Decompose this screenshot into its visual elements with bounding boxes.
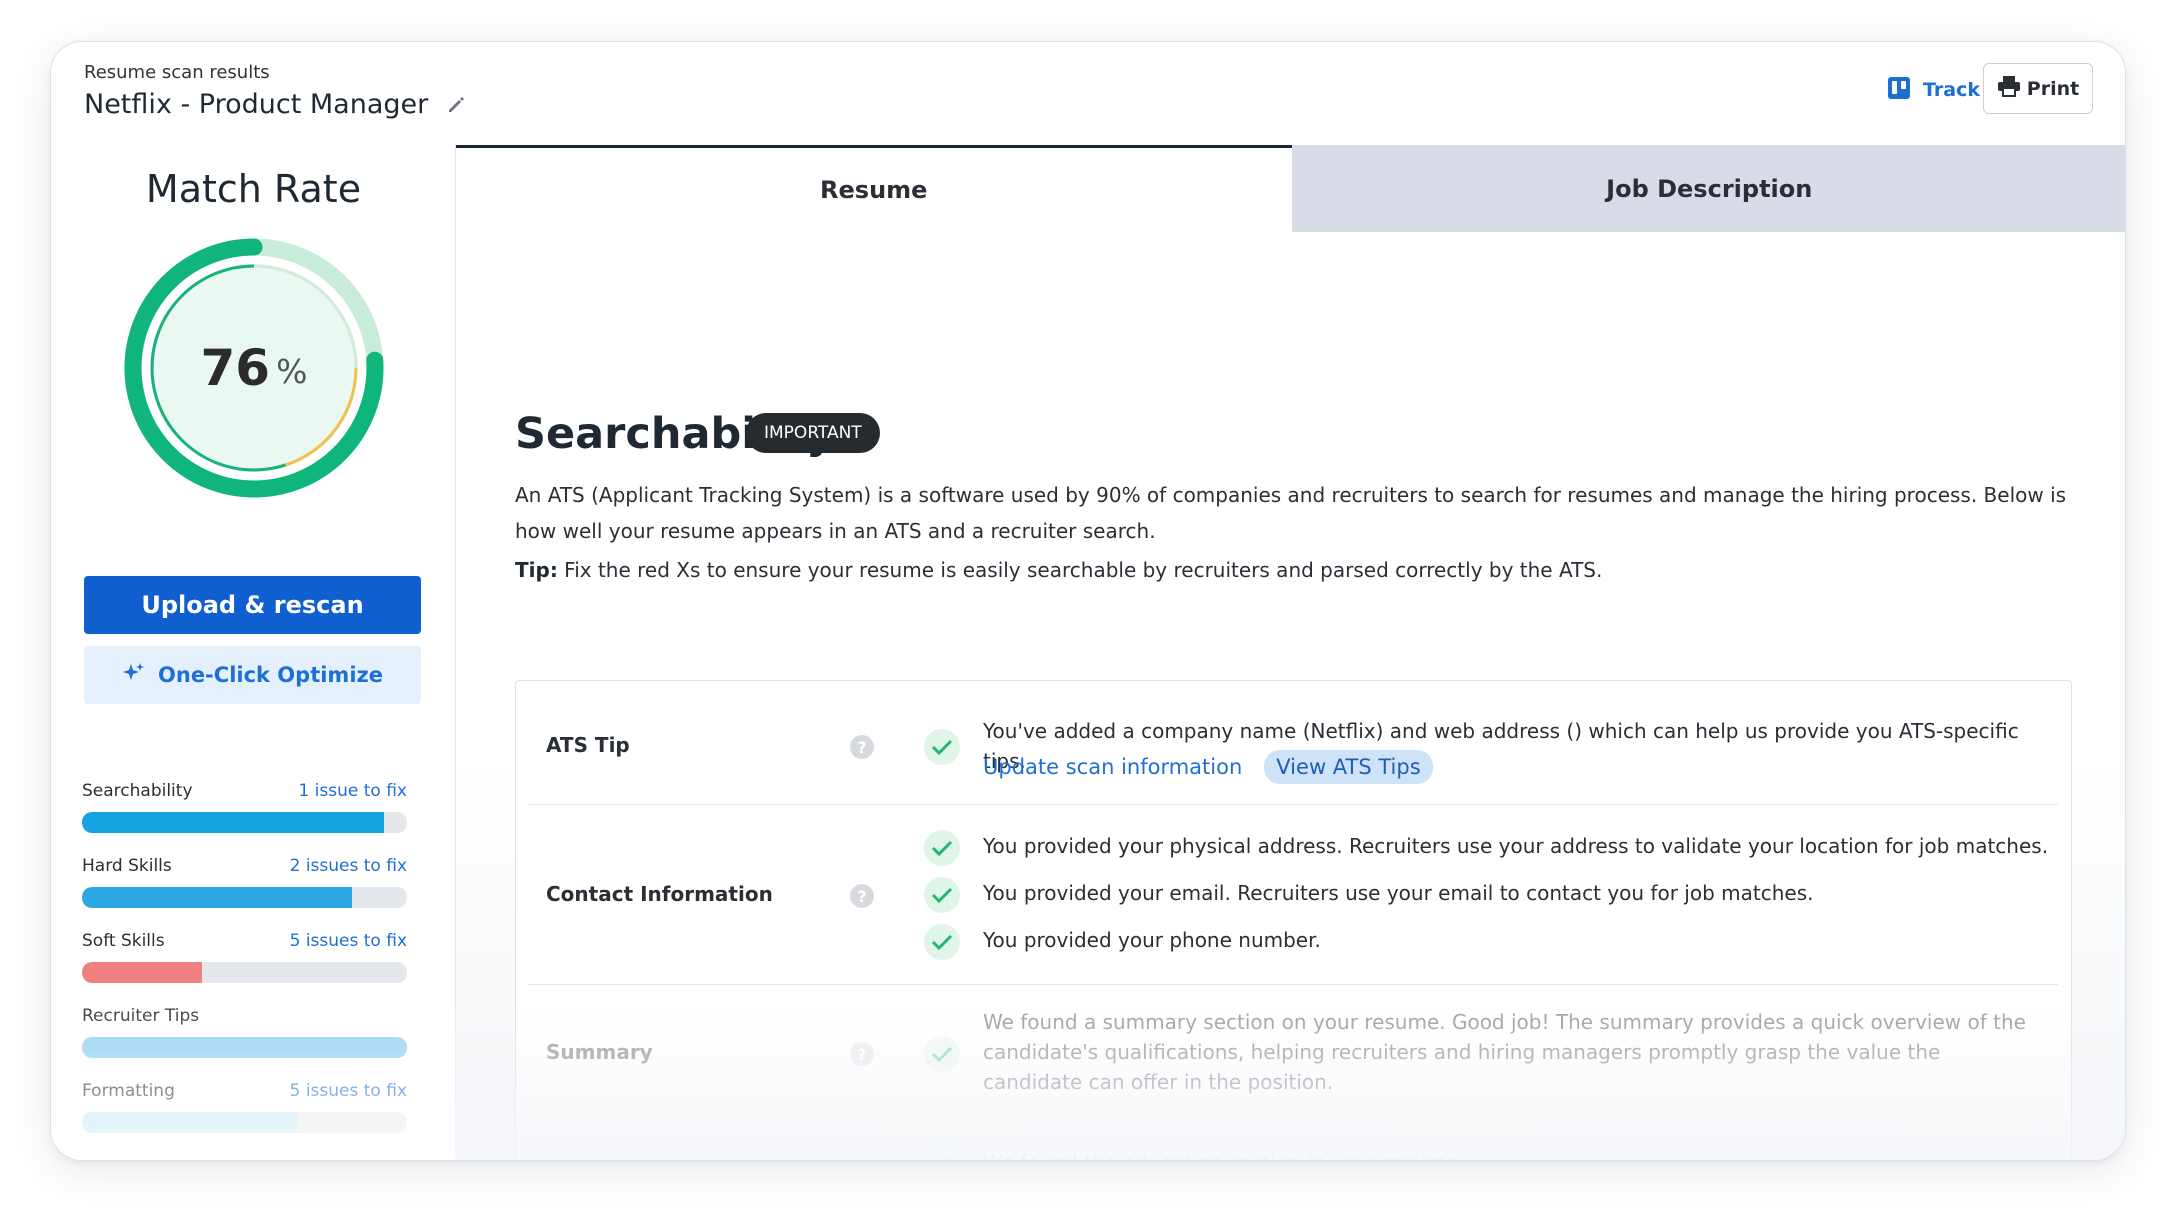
tip-label: Tip: [515,558,558,582]
row-label: Contact Information [546,882,773,906]
tab-resume[interactable]: Resume [456,145,1292,232]
contact-address-message: You provided your physical address. Recr… [983,834,2049,858]
track-button[interactable]: Track [1867,64,2000,116]
check-row-summary: Summary ? We found a summary section on … [528,985,2058,1123]
check-row-contact-information: Contact Information ? You provided your … [528,805,2058,985]
print-button[interactable]: Print [1983,63,2093,114]
section-tip: Tip: Fix the red Xs to ensure your resum… [515,558,1602,582]
sidebar: Match Rate 76 % Upload & rescan One-Clic… [51,145,456,1160]
main-content: Searchability IMPORTANT An ATS (Applican… [456,232,2125,1160]
help-icon[interactable]: ? [850,884,874,908]
check-row-ats-tip: ATS Tip ? You've added a company name (N… [528,681,2058,805]
category-issues[interactable]: 5 issues to fix [290,1081,407,1101]
title-row: Netflix - Product Manager [84,89,466,120]
check-icon [924,1144,960,1160]
tip-text: Fix the red Xs to ensure your resume is … [557,558,1603,582]
category-progress-fill [82,1112,297,1133]
upload-rescan-button[interactable]: Upload & rescan [84,576,421,634]
help-icon[interactable]: ? [850,1042,874,1066]
check-icon [924,877,960,913]
header: Resume scan results Netflix - Product Ma… [51,42,2125,145]
category-progress-bar [82,962,407,983]
update-scan-link[interactable]: Update scan information [983,755,1242,779]
print-label: Print [2026,77,2080,100]
check-row-education: We found the education section in your r… [528,1123,2058,1160]
scan-subtitle: Resume scan results [84,62,270,83]
match-rate-number: 76 [200,339,271,397]
summary-message: We found a summary section on your resum… [983,1010,2026,1094]
education-message: We found the education section in your r… [983,1147,1464,1160]
category-name: Searchability [82,781,193,801]
contact-email-message: You provided your email. Recruiters use … [983,881,1814,905]
section-description: An ATS (Applicant Tracking System) is a … [515,483,2067,543]
row-label: ATS Tip [546,733,630,757]
contact-phone-message: You provided your phone number. [983,928,1321,952]
category-formatting[interactable]: Formatting 5 issues to fix [82,1081,407,1133]
check-icon [924,830,960,866]
important-badge: IMPORTANT [746,413,880,453]
check-icon [924,924,960,960]
one-click-optimize-button[interactable]: One-Click Optimize [84,646,421,704]
category-progress-fill [82,962,203,983]
printer-icon [1997,75,2021,102]
category-hard-skills[interactable]: Hard Skills 2 issues to fix [82,856,407,908]
optimize-label: One-Click Optimize [158,663,383,687]
category-progress-bar [82,1112,407,1133]
category-name: Soft Skills [82,931,165,951]
category-progress-bar [82,812,407,833]
category-searchability[interactable]: Searchability 1 issue to fix [82,781,407,833]
view-ats-tips-button[interactable]: View ATS Tips [1264,750,1433,784]
category-progress-fill [82,887,352,908]
category-name: Hard Skills [82,856,172,876]
category-name: Formatting [82,1081,175,1101]
category-progress-fill [82,812,385,833]
category-soft-skills[interactable]: Soft Skills 5 issues to fix [82,931,407,983]
view-tabs: Resume Job Description [456,145,2125,232]
match-rate-unit: % [276,351,308,391]
category-issues[interactable]: 1 issue to fix [298,781,407,801]
category-issues[interactable]: 5 issues to fix [290,931,407,951]
scan-title: Netflix - Product Manager [84,89,429,120]
category-name: Recruiter Tips [82,1006,200,1026]
category-recruiter-tips[interactable]: Recruiter Tips [82,1006,407,1058]
category-progress-bar [82,887,407,908]
category-progress-fill [82,1037,407,1058]
check-icon [924,729,960,765]
category-progress-bar [82,1037,407,1058]
check-icon [924,1036,960,1072]
tab-job-description[interactable]: Job Description [1291,145,2125,232]
edit-pencil-icon[interactable] [446,95,466,115]
sparkle-icon [122,661,146,690]
row-label: Summary [546,1040,653,1064]
help-icon[interactable]: ? [850,735,874,759]
match-rate-title: Match Rate [145,167,362,211]
scan-results-card: Resume scan results Netflix - Product Ma… [50,41,2126,1161]
trello-icon [1887,76,1911,105]
category-issues[interactable]: 2 issues to fix [290,856,407,876]
searchability-checks-panel: ATS Tip ? You've added a company name (N… [515,680,2072,1160]
track-label: Track [1923,79,1980,101]
match-rate-value: 76 % [119,233,389,503]
ats-tip-links: Update scan information View ATS Tips [983,750,1433,784]
